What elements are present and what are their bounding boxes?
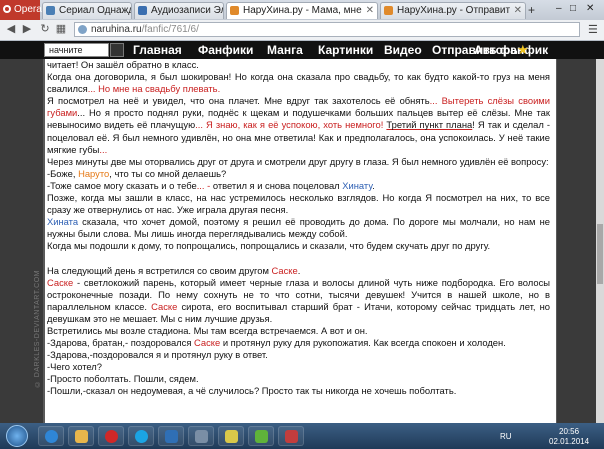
star-icon[interactable]: ★: [517, 41, 529, 59]
close-window-icon[interactable]: ✕: [586, 0, 594, 18]
maximize-icon[interactable]: □: [570, 0, 576, 18]
tab-favicon-icon: [384, 6, 393, 15]
tab-bar: Opera Сериал Однажды в сказке Аудиозапис…: [0, 0, 604, 21]
sound-icon[interactable]: [188, 426, 214, 446]
skype-icon[interactable]: [128, 426, 154, 446]
name-hinata: Хинату: [342, 179, 373, 191]
search-input[interactable]: начните поиск: [44, 43, 109, 67]
opera-logo-icon: [3, 5, 11, 13]
start-button[interactable]: [6, 425, 28, 447]
address-bar[interactable]: naruhina.ru/fanfic/761/6/: [74, 22, 580, 37]
story-paragraph: -Пошли,-сказал он недоумевая, а чё случи…: [47, 385, 457, 397]
reload-icon[interactable]: ↻: [38, 22, 52, 37]
story-paragraph: Я посмотрел на неё и увидел, что она пла…: [47, 95, 550, 155]
close-tab-icon[interactable]: ✕: [514, 3, 522, 19]
utorrent-icon[interactable]: [248, 426, 274, 446]
nav-manga[interactable]: Манга: [267, 41, 303, 59]
clock-time: 20:56: [559, 427, 580, 436]
close-tab-icon[interactable]: ✕: [366, 3, 374, 19]
story-text: читает! Он зашёл обратно в класс. Когда …: [45, 59, 556, 423]
tab-4[interactable]: НаруХина.ру - Отправит ✕: [380, 2, 526, 19]
clock[interactable]: 20:56 02.01.2014: [549, 427, 589, 447]
new-tab-icon[interactable]: +: [528, 3, 535, 17]
story-paragraph: -Чего хотел?: [47, 361, 102, 373]
tab-label: Сериал Однажды в сказке: [59, 5, 131, 16]
forward-icon[interactable]: ▶: [20, 22, 34, 37]
nav-authors[interactable]: Авторы: [474, 41, 521, 59]
opera-menu-label: Opera: [14, 4, 42, 15]
url-path: /fanfic/761/6/: [141, 24, 199, 35]
opera-menu-button[interactable]: Opera: [0, 0, 42, 20]
name-sasuke: Саске: [151, 300, 178, 312]
site-nav: начните поиск Главная Фанфики Манга Карт…: [0, 41, 604, 67]
nav-home[interactable]: Главная: [133, 41, 182, 59]
taskbar: RU 20:56 02.01.2014: [0, 423, 604, 449]
story-paragraph: читает! Он зашёл обратно в класс.: [47, 59, 199, 70]
folder-icon[interactable]: [68, 426, 94, 446]
story-paragraph: -Боже, Наруто, что ты со мной делаешь?: [47, 167, 227, 179]
language-indicator[interactable]: RU: [500, 432, 512, 441]
story-paragraph: Через минуты две мы оторвались друг от д…: [47, 155, 549, 167]
watermark-text: © DARKLES-DEVIANTART.COM: [34, 270, 41, 388]
story-paragraph: Хината сказала, что хочет домой, поэтому…: [47, 216, 550, 240]
address-toolbar: ◀ ▶ ↻ ▦ naruhina.ru/fanfic/761/6/ ☰: [0, 20, 604, 41]
story-paragraph: -Здарова, братан,- поздоровался Саске и …: [47, 337, 506, 349]
globe-icon: [78, 25, 87, 34]
paint-icon[interactable]: [218, 426, 244, 446]
scrollbar-thumb[interactable]: [597, 224, 603, 284]
opera-icon[interactable]: [98, 426, 124, 446]
clock-date: 02.01.2014: [549, 437, 590, 446]
story-paragraph: -Здарова,-поздоровался я и протянул руку…: [47, 349, 268, 361]
url-host: naruhina.ru: [91, 24, 142, 35]
story-paragraph: -Тоже самое могу сказать и о тебе... - о…: [47, 179, 375, 191]
back-icon[interactable]: ◀: [4, 22, 18, 37]
menu-icon[interactable]: ☰: [588, 23, 600, 36]
tab-label: НаруХина.ру - Отправит: [397, 5, 511, 16]
media-player-icon[interactable]: [158, 426, 184, 446]
tab-2[interactable]: Аудиозаписи Эльвиры Ми: [134, 2, 224, 19]
story-paragraph: -Просто поболтать. Пошли, сядем.: [47, 373, 199, 385]
scrollbar[interactable]: [596, 59, 604, 423]
tab-1[interactable]: Сериал Однажды в сказке: [42, 2, 132, 19]
speed-dial-icon[interactable]: ▦: [54, 22, 68, 37]
story-paragraph: Позже, когда мы зашли в класс, на нас ус…: [47, 192, 550, 216]
story-paragraph: Когда она договорила, я был шокирован! Н…: [47, 71, 550, 95]
name-sasuke: Саске: [194, 337, 221, 349]
nav-video[interactable]: Видео: [384, 41, 422, 59]
ie-icon[interactable]: [38, 426, 64, 446]
name-sasuke: Саске: [47, 276, 74, 288]
tab-3[interactable]: НаруХина.ру - Мама, мне ✕: [226, 2, 378, 19]
tab-favicon-icon: [46, 6, 55, 15]
nav-pictures[interactable]: Картинки: [318, 41, 373, 59]
tab-favicon-icon: [230, 6, 239, 15]
tab-label: Аудиозаписи Эльвиры Ми: [151, 5, 223, 16]
nav-fanfics[interactable]: Фанфики: [198, 41, 253, 59]
search-button[interactable]: [110, 43, 124, 57]
tab-label: НаруХина.ру - Мама, мне: [243, 5, 362, 16]
name-naruto: Наруто: [78, 167, 110, 179]
name-sasuke: Саске: [271, 264, 298, 276]
name-hinata: Хината: [47, 216, 79, 228]
story-paragraph: На следующий день я встретился со своим …: [47, 264, 301, 276]
story-paragraph: Саске - светлокожий парень, который имее…: [47, 276, 551, 324]
tab-favicon-icon: [138, 6, 147, 15]
app-icon[interactable]: [278, 426, 304, 446]
minimize-icon[interactable]: –: [556, 0, 562, 18]
story-paragraph: Когда мы подошли к дому, то попрощались,…: [47, 240, 491, 252]
story-paragraph: Встретились мы возле стадиона. Мы там вс…: [47, 324, 368, 336]
